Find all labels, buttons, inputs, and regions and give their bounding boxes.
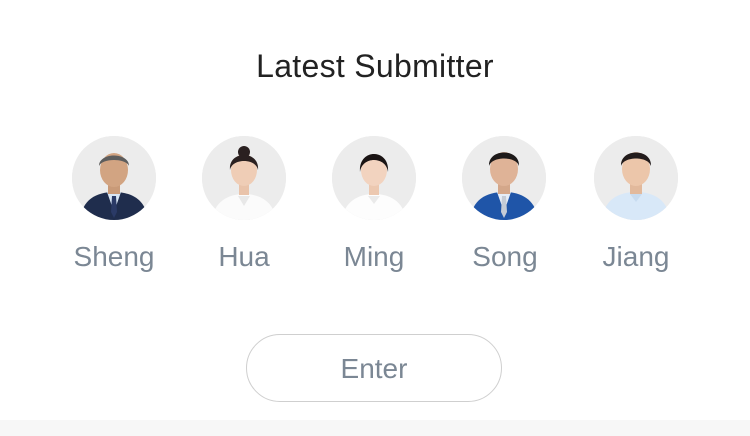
submitter-name: Ming <box>343 241 405 272</box>
avatar-hua[interactable] <box>202 136 286 220</box>
submitter-name: Hua <box>218 241 270 272</box>
person-avatar-icon <box>332 136 416 220</box>
avatar-ming[interactable] <box>332 136 416 220</box>
person-avatar-icon <box>72 136 156 220</box>
submitter-name: Jiang <box>602 241 670 272</box>
avatar-jiang[interactable] <box>594 136 678 220</box>
submitter-name: Song <box>472 241 538 272</box>
avatar-song[interactable] <box>462 136 546 220</box>
enter-button[interactable]: Enter <box>246 334 502 402</box>
bottom-strip <box>0 420 750 436</box>
person-avatar-icon <box>462 136 546 220</box>
submitter-name: Sheng <box>73 241 155 272</box>
person-avatar-icon <box>594 136 678 220</box>
avatar-sheng[interactable] <box>72 136 156 220</box>
person-avatar-icon <box>202 136 286 220</box>
page-title: Latest Submitter <box>256 48 494 84</box>
